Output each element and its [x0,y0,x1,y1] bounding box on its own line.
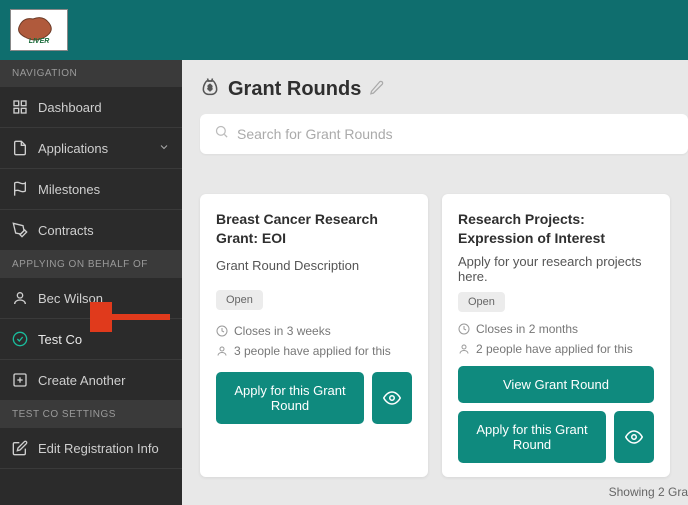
sidebar-item-label: Edit Registration Info [38,441,159,456]
sidebar-item-contracts[interactable]: Contracts [0,210,182,251]
closes-meta: Closes in 2 months [458,322,654,336]
card-title: Research Projects: Expression of Interes… [458,210,654,248]
sidebar-item-label: Contracts [38,223,94,238]
plus-square-icon [12,372,28,388]
grant-card: Research Projects: Expression of Interes… [442,194,670,477]
pen-icon [12,222,28,238]
card-description: Apply for your research projects here. [458,254,654,284]
results-count: Showing 2 Gra [609,485,688,499]
applied-meta: 3 people have applied for this [216,344,412,358]
sidebar-item-label: Applications [38,141,108,156]
edit-title-icon[interactable] [369,78,384,101]
user-icon [12,290,28,306]
sidebar-item-testco[interactable]: Test Co [0,319,182,360]
apply-button[interactable]: Apply for this Grant Round [458,411,606,463]
sidebar-item-dashboard[interactable]: Dashboard [0,87,182,128]
closes-text: Closes in 2 months [476,322,578,336]
sidebar-item-user[interactable]: Bec Wilson [0,278,182,319]
sidebar-item-label: Dashboard [38,100,102,115]
edit-icon [12,440,28,456]
status-badge: Open [216,290,263,310]
flag-icon [12,181,28,197]
top-header: LIVER [0,0,688,60]
document-icon [12,140,28,156]
apply-button[interactable]: Apply for this Grant Round [216,372,364,424]
card-description: Grant Round Description [216,258,412,276]
user-icon [458,343,470,355]
closes-meta: Closes in 3 weeks [216,324,412,338]
page-title: $ Grant Rounds [200,76,688,102]
sidebar-item-edit-registration[interactable]: Edit Registration Info [0,428,182,469]
card-title: Breast Cancer Research Grant: EOI [216,210,412,248]
view-button[interactable] [372,372,412,424]
brand-logo: LIVER [10,9,68,51]
money-bag-icon: $ [200,76,220,102]
applied-meta: 2 people have applied for this [458,342,654,356]
page-title-text: Grant Rounds [228,78,361,101]
closes-text: Closes in 3 weeks [234,324,331,338]
clock-icon [216,325,228,337]
chevron-down-icon [158,141,170,156]
logo-text: LIVER [29,38,50,45]
search-icon [214,124,229,144]
applied-text: 3 people have applied for this [234,344,391,358]
nav-section-label: NAVIGATION [0,60,182,87]
sidebar-item-create-another[interactable]: Create Another [0,360,182,401]
clock-icon [458,323,470,335]
view-button[interactable] [614,411,654,463]
main-content: $ Grant Rounds Breast Cancer Research Gr… [182,60,688,505]
behalf-section-label: APPLYING ON BEHALF OF [0,251,182,278]
search-input[interactable] [237,126,674,142]
sidebar: NAVIGATION Dashboard Applications Milest… [0,60,182,505]
svg-text:$: $ [208,83,213,92]
applied-text: 2 people have applied for this [476,342,633,356]
dashboard-icon [12,99,28,115]
grant-card: Breast Cancer Research Grant: EOI Grant … [200,194,428,477]
user-icon [216,345,228,357]
view-grant-button[interactable]: View Grant Round [458,366,654,403]
check-circle-icon [12,331,28,347]
sidebar-item-applications[interactable]: Applications [0,128,182,169]
sidebar-item-milestones[interactable]: Milestones [0,169,182,210]
status-badge: Open [458,292,505,312]
sidebar-item-label: Milestones [38,182,100,197]
sidebar-item-label: Bec Wilson [38,291,103,306]
search-bar[interactable] [200,114,688,154]
sidebar-item-label: Create Another [38,373,125,388]
settings-section-label: TEST CO SETTINGS [0,401,182,428]
sidebar-item-label: Test Co [38,332,82,347]
